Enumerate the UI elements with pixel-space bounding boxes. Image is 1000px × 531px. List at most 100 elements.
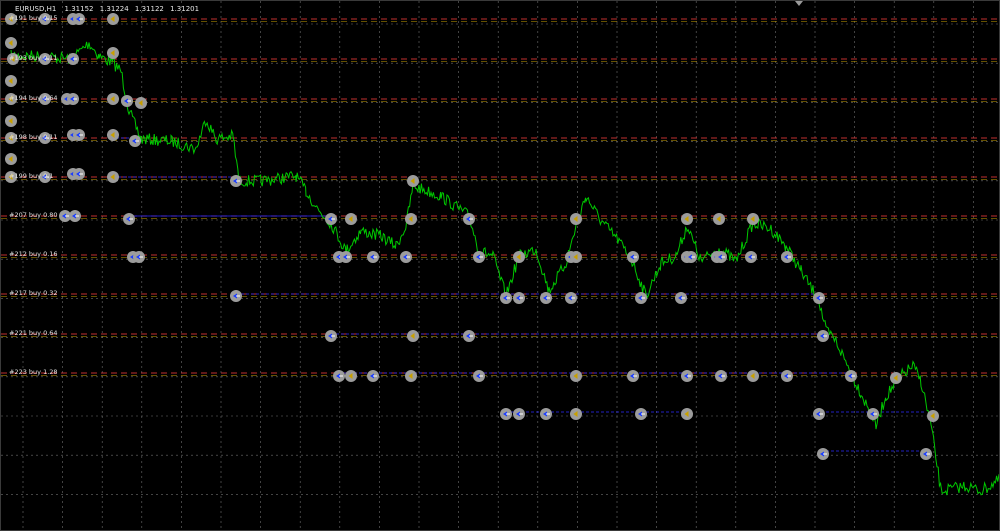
buy-arrow-icon[interactable] [565,292,577,304]
close-arrow-icon[interactable] [513,251,525,263]
close-arrow-icon[interactable] [927,410,939,422]
close-arrow-icon[interactable] [345,370,357,382]
buy-arrow-icon[interactable] [845,370,857,382]
close-arrow-icon[interactable] [713,213,725,225]
buy-arrow-icon[interactable] [500,408,512,420]
close-arrow-icon[interactable] [747,213,759,225]
close-arrow-icon[interactable] [107,93,119,105]
close-arrow-icon[interactable] [5,37,17,49]
low-price: 1.31122 [134,5,164,13]
close-arrow-icon[interactable] [107,13,119,25]
buy-arrow-icon[interactable] [681,370,693,382]
buy-arrow-icon[interactable] [400,251,412,263]
chart-grid [1,1,999,530]
buy-arrow-icon[interactable] [340,251,352,263]
close-arrow-icon[interactable] [5,153,17,165]
buy-arrow-icon[interactable] [230,290,242,302]
order-label: #198 buy 0.11 [9,133,58,141]
chart-shift-icon[interactable] [795,1,803,6]
buy-arrow-icon[interactable] [715,251,727,263]
high-price: 1.31224 [99,5,129,13]
close-arrow-icon[interactable] [890,372,902,384]
close-arrow-icon[interactable] [107,129,119,141]
buy-arrow-icon[interactable] [781,370,793,382]
buy-arrow-icon[interactable] [500,292,512,304]
buy-arrow-icon[interactable] [867,408,879,420]
buy-arrow-icon[interactable] [69,210,81,222]
price-chart[interactable]: #191 buy 0.15 #193 buy 0.11 #194 buy 0.64 #… [1,1,1000,531]
symbol-timeframe: EURUSD,H1 [15,5,57,13]
open-price: 1.31152 [64,5,94,13]
buy-arrow-icon[interactable] [67,53,79,65]
buy-arrow-icon[interactable] [473,370,485,382]
order-label: #193 buy 0.11 [9,54,58,62]
buy-arrow-icon[interactable] [540,408,552,420]
buy-arrow-icon[interactable] [817,448,829,460]
buy-arrow-icon[interactable] [73,129,85,141]
buy-arrow-icon[interactable] [73,168,85,180]
close-arrow-icon[interactable] [107,47,119,59]
close-arrow-icon[interactable] [407,330,419,342]
order-label: #199 buy 0.1 [9,172,53,180]
order-level-lines [1,18,999,376]
buy-arrow-icon[interactable] [67,93,79,105]
order-labels: #191 buy 0.15 #193 buy 0.11 #194 buy 0.64 #… [9,14,58,376]
buy-arrow-icon[interactable] [325,330,337,342]
close-arrow-icon[interactable] [681,213,693,225]
close-arrow-icon[interactable] [570,370,582,382]
buy-arrow-icon[interactable] [635,408,647,420]
buy-arrow-icon[interactable] [513,408,525,420]
buy-arrow-icon[interactable] [813,408,825,420]
order-label: #194 buy 0.64 [9,94,58,102]
buy-arrow-icon[interactable] [685,251,697,263]
close-arrow-icon[interactable] [407,175,419,187]
close-arrow-icon[interactable] [345,213,357,225]
close-arrow-icon[interactable] [5,75,17,87]
buy-arrow-icon[interactable] [675,292,687,304]
close-arrow-icon[interactable] [747,370,759,382]
buy-arrow-icon[interactable] [781,251,793,263]
buy-arrow-icon[interactable] [73,13,85,25]
buy-arrow-icon[interactable] [367,251,379,263]
buy-arrow-icon[interactable] [230,175,242,187]
buy-arrow-icon[interactable] [817,330,829,342]
buy-arrow-icon[interactable] [129,135,141,147]
buy-arrow-icon[interactable] [627,251,639,263]
order-label: #212 buy 0.16 [9,250,58,258]
buy-arrow-icon[interactable] [715,370,727,382]
close-arrow-icon[interactable] [5,115,17,127]
buy-arrow-icon[interactable] [133,251,145,263]
trade-markers[interactable] [5,13,939,460]
buy-arrow-icon[interactable] [123,213,135,225]
buy-arrow-icon[interactable] [121,95,133,107]
buy-arrow-icon[interactable] [367,370,379,382]
buy-arrow-icon[interactable] [473,251,485,263]
chart-window[interactable]: #191 buy 0.15 #193 buy 0.11 #194 buy 0.64 #… [0,0,1000,531]
price-line [10,41,999,496]
chart-title: EURUSD,H1 1.31152 1.31224 1.31122 1.3120… [15,5,203,13]
close-arrow-icon[interactable] [570,213,582,225]
close-arrow-icon[interactable] [570,408,582,420]
buy-arrow-icon[interactable] [333,370,345,382]
close-arrow-icon[interactable] [570,251,582,263]
order-label: #207 buy 0.80 [9,211,58,219]
buy-arrow-icon[interactable] [540,292,552,304]
close-arrow-icon[interactable] [405,370,417,382]
buy-arrow-icon[interactable] [513,292,525,304]
buy-arrow-icon[interactable] [813,292,825,304]
close-arrow-icon[interactable] [107,171,119,183]
order-label: #223 buy 1.28 [9,368,58,376]
buy-arrow-icon[interactable] [463,330,475,342]
buy-arrow-icon[interactable] [463,213,475,225]
buy-arrow-icon[interactable] [745,251,757,263]
close-arrow-icon[interactable] [681,408,693,420]
buy-arrow-icon[interactable] [627,370,639,382]
buy-arrow-icon[interactable] [920,448,932,460]
close-arrow-icon[interactable] [405,213,417,225]
order-label: #221 buy 0.64 [9,329,58,337]
buy-arrow-icon[interactable] [325,213,337,225]
close-price: 1.31201 [170,5,200,13]
close-arrow-icon[interactable] [135,97,147,109]
buy-arrow-icon[interactable] [635,292,647,304]
order-label: #191 buy 0.15 [9,14,58,22]
